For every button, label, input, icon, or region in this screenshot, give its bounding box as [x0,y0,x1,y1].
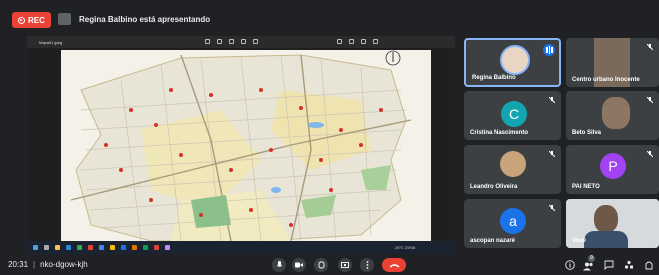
taskbar-app-icon [143,245,148,250]
meeting-time: 20:31 [8,260,29,269]
presenter-text: Regina Balbino está apresentando [79,14,211,24]
taskbar-app-icon [88,245,93,250]
start-icon [33,245,38,250]
participant-count-badge: 9 [588,255,595,262]
participant-name: PAI NETO [572,184,600,190]
participant-tile[interactable]: Leandro Oliveira [464,145,561,194]
end-call-button[interactable] [382,258,406,272]
more-icon [253,39,258,44]
recording-label: REC [28,15,45,25]
avatar: P [600,153,626,179]
camera-button[interactable] [292,258,306,272]
participant-name: Leandro Oliveira [470,184,518,190]
end-call-icon [389,263,399,267]
participant-name: Centro urbano Inocente [572,77,640,83]
participant-tile[interactable]: Centro urbano Inocente [566,38,659,87]
presentation-avatar-icon [58,13,71,25]
participant-video [602,97,630,129]
people-icon [583,262,593,271]
mic-off-icon [647,97,653,103]
avatar [500,45,530,75]
participant-name: Cristina Nascimento [470,130,529,136]
mic-off-icon [549,151,555,157]
participant-tile-self[interactable]: Você [566,199,659,248]
zoom-in-icon [205,39,210,44]
taskbar-app-icon [121,245,126,250]
image-viewer-toolbar: Mapa01.jpeg [27,36,455,48]
participant-tile[interactable]: Beto Silva [566,91,659,140]
avatar-initial: P [608,158,618,174]
participant-name: Beto Silva [572,130,602,136]
hand-icon [318,261,324,269]
mic-off-icon [549,97,555,103]
participant-name: ascopan nazaré [470,238,516,244]
participant-name: Regina Balbino [472,75,516,81]
delete-icon [229,39,234,44]
bottom-bar: 20:31 | nko-dgow-kjh 9 [0,255,659,275]
rotate-icon [217,39,222,44]
avatar [500,151,526,177]
taskbar-app-icon [99,245,104,250]
taskbar-app-icon [66,245,71,250]
top-bar: REC Regina Balbino está apresentando [0,0,659,34]
present-screen-button[interactable] [338,258,352,272]
raise-hand-button[interactable] [314,258,328,272]
windows-taskbar: 28°C 29/08 [27,241,455,254]
info-icon[interactable] [565,260,575,270]
shared-screen: Mapa01.jpeg 28°C 29/08 [27,36,455,254]
taskbar-app-icon [77,245,82,250]
taskbar-app-icon [44,245,49,250]
taskbar-status: 28°C 29/08 [395,245,416,250]
taskbar-app-icon [110,245,115,250]
favorite-icon [241,39,246,44]
meeting-info: 20:31 | nko-dgow-kjh [8,260,88,269]
participant-tile[interactable]: Regina Balbino [464,38,561,87]
presenter-banner: Regina Balbino está apresentando [58,13,210,25]
avatar-initial: C [508,106,520,122]
mic-off-icon [647,151,653,157]
more-options-button[interactable] [360,258,374,272]
mic-off-icon [549,205,555,211]
city-map-image [61,50,431,241]
microphone-button[interactable] [272,258,286,272]
speaking-indicator-icon [543,44,555,56]
record-icon [18,16,25,24]
close-icon [373,39,378,44]
fullscreen-icon [337,39,342,44]
participant-tile[interactable]: C Cristina Nascimento [464,91,561,140]
recording-badge: REC [12,12,51,28]
participant-name: Você [572,238,586,244]
avatar: C [501,101,527,127]
taskbar-app-icon [55,245,60,250]
mic-off-icon [647,44,653,50]
microphone-icon [276,261,282,267]
meeting-separator: | [33,260,36,269]
avatar: a [500,208,526,234]
participant-tile[interactable]: a ascopan nazaré [464,199,561,248]
maximize-icon [361,39,366,44]
taskbar-app-icon [154,245,159,250]
more-vert-icon [366,261,368,269]
activities-icon[interactable] [624,260,634,270]
taskbar-app-icon [165,245,170,250]
camera-icon [295,262,303,268]
viewer-filename: Mapa01.jpeg [39,39,63,45]
chat-icon[interactable] [604,260,614,270]
self-video-face [594,205,618,233]
avatar-initial: a [509,213,517,229]
self-video-body [584,231,628,248]
present-screen-icon [341,261,349,268]
minimize-icon [349,39,354,44]
host-controls-icon[interactable] [644,260,654,270]
participant-tile[interactable]: P PAI NETO [566,145,659,194]
taskbar-app-icon [132,245,137,250]
meeting-code: nko-dgow-kjh [40,260,88,269]
participants-button[interactable]: 9 [583,255,595,271]
